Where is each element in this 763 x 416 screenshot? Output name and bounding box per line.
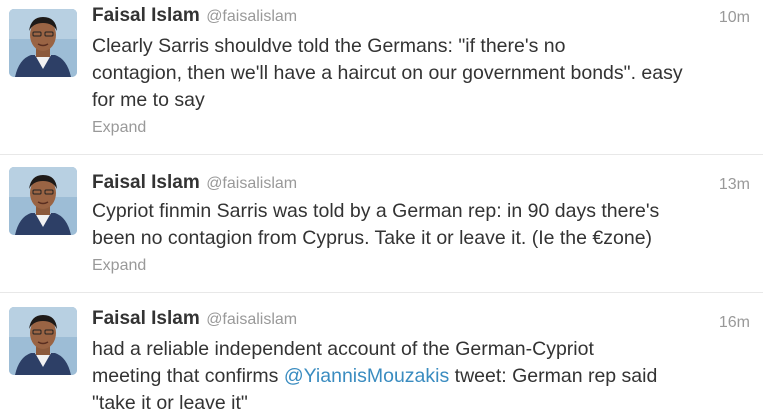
avatar-image <box>9 307 77 375</box>
tweet-text-line: meeting that confirms @YiannisMouzakis t… <box>92 363 742 390</box>
tweet[interactable]: Faisal Islam @faisalislam 16m had a reli… <box>0 293 763 416</box>
expand-link[interactable]: Expand <box>92 119 146 137</box>
tweet-text-line: "take it or leave it" <box>92 392 248 414</box>
tweet-timestamp[interactable]: 10m <box>719 9 750 27</box>
tweet-fullname[interactable]: Faisal Islam <box>92 308 200 329</box>
tweet-timeline: Faisal Islam @faisalislam 10m Clearly Sa… <box>0 0 763 416</box>
tweet-timestamp[interactable]: 13m <box>719 176 750 194</box>
tweet-username[interactable]: @faisalislam <box>206 311 297 328</box>
tweet[interactable]: Faisal Islam @faisalislam 10m Clearly Sa… <box>0 0 763 154</box>
avatar[interactable] <box>9 9 77 77</box>
tweet-header: Faisal Islam @faisalislam <box>92 172 297 198</box>
tweet[interactable]: Faisal Islam @faisalislam 13m Cypriot fi… <box>0 155 763 292</box>
tweet-text-line: Clearly Sarris shouldve told the Germans… <box>92 35 566 57</box>
tweet-text: had a reliable independent account of th… <box>92 336 742 416</box>
tweet-text-line: Cypriot finmin Sarris was told by a Germ… <box>92 200 660 222</box>
tweet-fullname[interactable]: Faisal Islam <box>92 172 200 193</box>
tweet-timestamp[interactable]: 16m <box>719 314 750 332</box>
tweet-fullname[interactable]: Faisal Islam <box>92 5 200 26</box>
tweet-text: Clearly Sarris shouldve told the Germans… <box>92 33 742 114</box>
tweet-text-segment: meeting that confirms <box>92 365 284 387</box>
avatar[interactable] <box>9 307 77 375</box>
expand-link[interactable]: Expand <box>92 257 146 275</box>
tweet-username[interactable]: @faisalislam <box>206 175 297 192</box>
tweet-text-line: been no contagion from Cyprus. Take it o… <box>92 227 653 249</box>
mention-link[interactable]: @YiannisMouzakis <box>284 365 449 387</box>
tweet-username[interactable]: @faisalislam <box>206 8 297 25</box>
tweet-header: Faisal Islam @faisalislam <box>92 308 297 334</box>
tweet-text-line: for me to say <box>92 89 205 111</box>
avatar-image <box>9 9 77 77</box>
tweet-text-line: contagion, then we'll have a haircut on … <box>92 62 683 84</box>
avatar-image <box>9 167 77 235</box>
tweet-text: Cypriot finmin Sarris was told by a Germ… <box>92 198 742 252</box>
tweet-text-line: had a reliable independent account of th… <box>92 338 594 360</box>
tweet-header: Faisal Islam @faisalislam <box>92 5 297 31</box>
tweet-text-segment: tweet: German rep said <box>449 365 658 387</box>
avatar[interactable] <box>9 167 77 235</box>
